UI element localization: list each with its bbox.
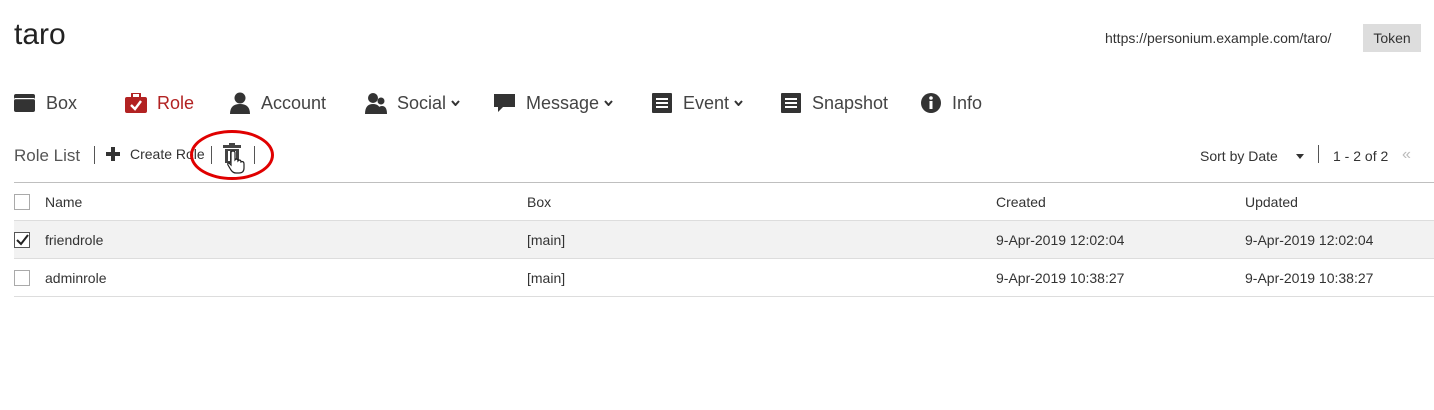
user-icon — [229, 92, 251, 114]
nav-box[interactable]: Box — [14, 88, 77, 118]
table-row[interactable]: friendrole [main] 9-Apr-2019 12:02:04 9-… — [14, 220, 1434, 259]
token-button[interactable]: Token — [1363, 24, 1421, 52]
column-header-updated[interactable]: Updated — [1245, 182, 1434, 221]
divider — [1318, 145, 1319, 163]
nav-role-label: Role — [157, 92, 195, 113]
info-icon — [920, 92, 942, 114]
nav-account-label: Account — [261, 92, 327, 113]
nav-snapshot[interactable]: Snapshot — [780, 88, 888, 118]
role-updated: 9-Apr-2019 12:02:04 — [1245, 220, 1434, 259]
nav-social[interactable]: Social — [365, 88, 460, 118]
nav-social-label: Social — [397, 92, 447, 113]
role-list-label: Role List — [14, 146, 81, 165]
sort-dropdown[interactable]: Sort by Date — [1200, 148, 1304, 164]
table-header-row: Name Box Created Updated — [14, 182, 1434, 221]
nav-message-label: Message — [526, 92, 600, 113]
row-checkbox[interactable] — [14, 270, 30, 287]
role-created: 9-Apr-2019 10:38:27 — [996, 258, 1245, 297]
chevron-down-icon — [451, 100, 460, 106]
nav-info[interactable]: Info — [920, 88, 982, 118]
nav-info-label: Info — [952, 92, 983, 113]
column-header-box[interactable]: Box — [527, 182, 996, 221]
role-name[interactable]: adminrole — [45, 258, 527, 297]
divider — [94, 146, 95, 164]
nav-box-label: Box — [46, 92, 78, 113]
pager-text: 1 - 2 of 2 — [1333, 148, 1389, 164]
document-icon — [651, 92, 673, 114]
caret-down-icon — [1295, 153, 1304, 159]
role-box: [main] — [527, 258, 996, 297]
column-header-name[interactable]: Name — [45, 182, 527, 221]
chevron-down-icon — [604, 100, 613, 106]
select-all-checkbox[interactable] — [14, 194, 30, 211]
column-header-created[interactable]: Created — [996, 182, 1245, 221]
document-icon — [780, 92, 802, 114]
box-icon — [14, 92, 36, 114]
plus-icon — [106, 147, 120, 161]
nav-snapshot-label: Snapshot — [812, 92, 889, 113]
role-name[interactable]: friendrole — [45, 220, 527, 259]
briefcase-check-icon — [125, 92, 147, 114]
role-updated: 9-Apr-2019 10:38:27 — [1245, 258, 1434, 297]
nav-event-label: Event — [683, 92, 730, 113]
speech-bubble-icon — [494, 92, 516, 114]
role-box: [main] — [527, 220, 996, 259]
chevron-down-icon — [734, 100, 743, 106]
role-table: Name Box Created Updated friendrole [mai… — [14, 182, 1434, 297]
cell-url: https://personium.example.com/taro/ — [1105, 30, 1332, 46]
hand-cursor-icon — [227, 150, 245, 174]
nav-account[interactable]: Account — [229, 88, 326, 118]
first-page-button[interactable]: « — [1402, 146, 1411, 164]
nav-role[interactable]: Role — [125, 88, 194, 118]
page-title: taro — [14, 18, 66, 51]
nav-message[interactable]: Message — [494, 88, 613, 118]
table-row[interactable]: adminrole [main] 9-Apr-2019 10:38:27 9-A… — [14, 258, 1434, 297]
row-checkbox[interactable] — [14, 232, 30, 249]
sort-label: Sort by Date — [1200, 148, 1278, 164]
nav-event[interactable]: Event — [651, 88, 743, 118]
role-created: 9-Apr-2019 12:02:04 — [996, 220, 1245, 259]
users-icon — [365, 92, 387, 114]
